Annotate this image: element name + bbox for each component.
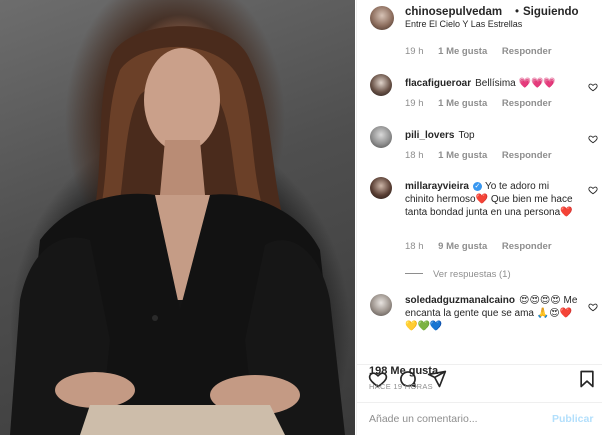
portrait-illustration xyxy=(10,26,345,435)
comment-heart-icon[interactable] xyxy=(588,82,598,92)
comment-avatar[interactable] xyxy=(370,126,392,148)
comment-likes[interactable]: 1 Me gusta xyxy=(438,150,487,161)
post-header: chinosepulvedam • Siguiendo Entre El Cie… xyxy=(357,0,602,40)
verified-badge-icon: ✓ xyxy=(472,182,482,191)
comment-heart-icon[interactable] xyxy=(588,302,598,312)
comment-username[interactable]: flacafigueroar xyxy=(405,78,471,89)
reply-button[interactable]: Responder xyxy=(502,46,552,57)
replies-divider xyxy=(405,273,423,274)
post-timestamp[interactable]: HACE 19 HORAS xyxy=(369,382,433,391)
separator-dot: • xyxy=(515,6,520,18)
post-location[interactable]: Entre El Cielo Y Las Estrellas xyxy=(405,19,522,29)
comment-avatar[interactable] xyxy=(370,294,392,316)
comment-text: flacafigueroar Bellísima 💗💗💗 xyxy=(405,77,580,90)
comment-likes[interactable]: 1 Me gusta xyxy=(438,98,487,109)
comment-meta: 19 h 1 Me gusta Responder xyxy=(405,46,564,57)
comment-time: 19 h xyxy=(405,46,424,57)
comment-avatar[interactable] xyxy=(370,177,392,199)
comment-likes[interactable]: 1 Me gusta xyxy=(438,46,487,57)
comment-username[interactable]: millarayvieira xyxy=(405,181,469,192)
post-photo[interactable] xyxy=(0,0,355,435)
emoji: ❤️ xyxy=(475,194,489,205)
comment-avatar[interactable] xyxy=(370,74,392,96)
comment-heart-icon[interactable] xyxy=(588,134,598,144)
following-button[interactable]: Siguiendo xyxy=(523,6,579,18)
comment-input[interactable] xyxy=(369,411,539,427)
comment-username[interactable]: pili_lovers xyxy=(405,130,454,141)
comment-text: soledadguzmanalcaino 😍😍😍😍 Me encanta la g… xyxy=(405,294,580,333)
comment-heart-icon[interactable] xyxy=(588,185,598,195)
view-replies-button[interactable]: Ver respuestas (1) xyxy=(405,269,511,280)
view-replies-label: Ver respuestas (1) xyxy=(433,269,511,280)
emoji: ❤️ xyxy=(560,207,573,218)
comment-meta: 18 h 1 Me gusta Responder xyxy=(405,150,564,161)
add-comment-bar: Publicar xyxy=(357,402,602,435)
reply-button[interactable]: Responder xyxy=(502,241,552,252)
reply-button[interactable]: Responder xyxy=(502,150,552,161)
reply-button[interactable]: Responder xyxy=(502,98,552,109)
author-username[interactable]: chinosepulvedam xyxy=(405,6,502,18)
comment-text: millarayvieira ✓ Yo te adoro mi chinito he… xyxy=(405,180,580,219)
likes-count[interactable]: 198 Me gusta xyxy=(369,365,438,377)
comment-time: 18 h xyxy=(405,241,424,252)
comment-meta: 19 h 1 Me gusta Responder xyxy=(405,98,564,109)
comment-text: pili_lovers Top xyxy=(405,129,580,142)
comment-meta: 18 h 9 Me gusta Responder xyxy=(405,241,564,252)
comment-body: Bellísima xyxy=(475,78,516,89)
author-avatar[interactable] xyxy=(370,6,394,30)
bookmark-icon[interactable] xyxy=(577,369,597,389)
emoji: 💗💗💗 xyxy=(518,78,556,89)
comment-username[interactable]: soledadguzmanalcaino xyxy=(405,295,515,306)
comments-list[interactable]: 19 h 1 Me gusta Responder flacafigueroar… xyxy=(357,40,602,362)
post-side-panel: chinosepulvedam • Siguiendo Entre El Cie… xyxy=(356,0,602,435)
publish-button[interactable]: Publicar xyxy=(552,413,593,425)
comment-likes[interactable]: 9 Me gusta xyxy=(438,241,487,252)
emoji: 😍😍😍😍 xyxy=(519,295,561,306)
comment-time: 19 h xyxy=(405,98,424,109)
comment-body: Top xyxy=(458,130,475,141)
comment-time: 18 h xyxy=(405,150,424,161)
